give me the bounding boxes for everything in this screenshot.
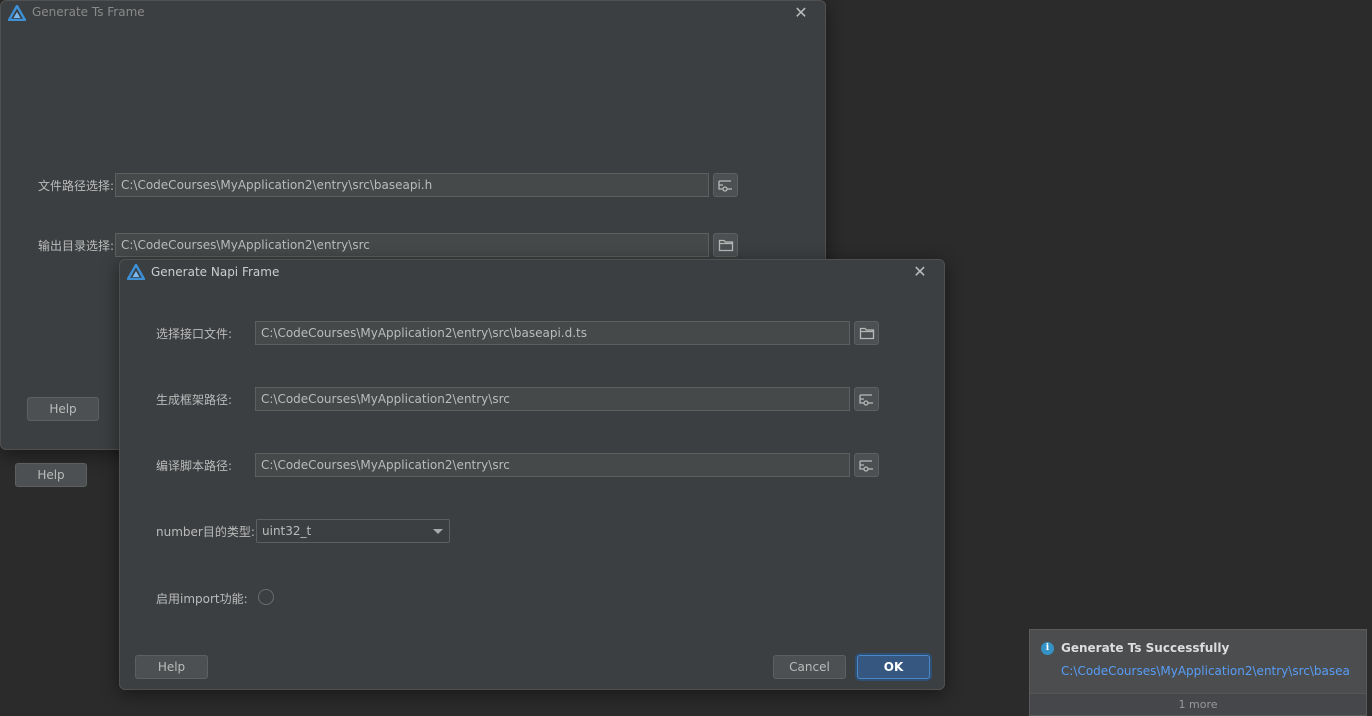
frame-path-label: 生成框架路径: [156, 393, 233, 407]
interface-file-browse-button[interactable] [854, 321, 879, 345]
number-type-value: uint32_t [262, 524, 312, 538]
notification-title: Generate Ts Successfully [1061, 641, 1230, 655]
frame-path-browse-button[interactable] [854, 387, 879, 411]
ts-help-button[interactable]: Help [27, 397, 99, 421]
folder-icon [718, 239, 733, 252]
ts-output-dir-browse-button[interactable] [713, 233, 738, 257]
ts-dialog-titlebar[interactable]: Generate Ts Frame ✕ [1, 1, 825, 25]
chevron-down-icon [433, 529, 443, 534]
notification-balloon: i Generate Ts Successfully C:\CodeCourse… [1029, 629, 1367, 716]
import-toggle-radio[interactable] [258, 589, 274, 605]
folder-tree-icon [858, 394, 873, 406]
frame-path-input[interactable]: C:\CodeCourses\MyApplication2\entry\src [255, 387, 850, 411]
folder-icon [859, 327, 874, 340]
notification-more[interactable]: 1 more [1030, 693, 1366, 715]
script-path-input[interactable]: C:\CodeCourses\MyApplication2\entry\src [255, 453, 850, 477]
number-type-label: number目的类型: [156, 525, 255, 539]
napi-dialog-close-icon[interactable]: ✕ [910, 262, 930, 282]
napi-frame-dialog: Generate Napi Frame ✕ 选择接口文件: C:\CodeCou… [119, 259, 945, 690]
ts-output-dir-input[interactable]: C:\CodeCourses\MyApplication2\entry\src [115, 233, 709, 257]
script-path-browse-button[interactable] [854, 453, 879, 477]
ts-file-path-browse-button[interactable] [713, 173, 738, 197]
folder-tree-icon [717, 180, 732, 192]
ts-file-path-input[interactable]: C:\CodeCourses\MyApplication2\entry\src\… [115, 173, 709, 197]
app-logo-icon [127, 264, 145, 280]
cancel-button[interactable]: Cancel [773, 655, 846, 679]
ts-dialog-title: Generate Ts Frame [32, 5, 145, 19]
interface-file-label: 选择接口文件: [156, 327, 233, 341]
behind-help-button[interactable]: Help [15, 463, 87, 487]
ts-dialog-close-icon[interactable]: ✕ [791, 3, 811, 23]
ok-button[interactable]: OK [857, 655, 930, 679]
ts-file-path-label: 文件路径选择: [38, 179, 115, 193]
script-path-label: 编译脚本路径: [156, 459, 233, 473]
napi-help-button[interactable]: Help [135, 655, 208, 679]
interface-file-input[interactable]: C:\CodeCourses\MyApplication2\entry\src\… [255, 321, 850, 345]
napi-dialog-titlebar[interactable]: Generate Napi Frame ✕ [120, 260, 944, 284]
ts-output-dir-label: 输出目录选择: [38, 239, 115, 253]
napi-dialog-title: Generate Napi Frame [151, 265, 280, 279]
import-label: 启用import功能: [156, 592, 248, 606]
folder-tree-icon [858, 460, 873, 472]
app-logo-icon [8, 5, 26, 21]
info-icon: i [1041, 642, 1054, 655]
number-type-select[interactable]: uint32_t [256, 519, 450, 543]
notification-link[interactable]: C:\CodeCourses\MyApplication2\entry\src\… [1061, 664, 1351, 678]
